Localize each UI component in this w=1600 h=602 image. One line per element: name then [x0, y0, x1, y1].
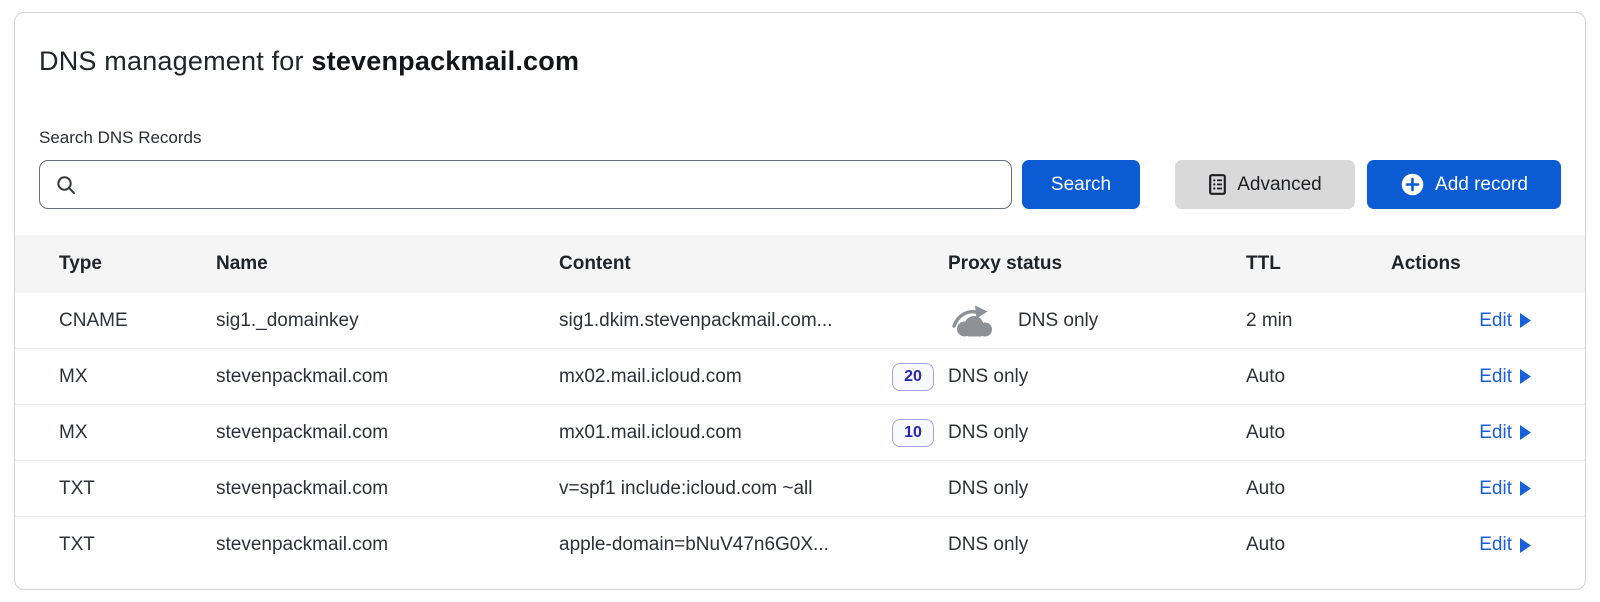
- record-actions: Edit: [1391, 478, 1585, 500]
- table-body: CNAME sig1._domainkey sig1.dkim.stevenpa…: [15, 293, 1585, 573]
- right-triangle-icon: [1520, 425, 1531, 440]
- dns-records-table: Type Name Content Proxy status TTL Actio…: [15, 235, 1585, 573]
- edit-button[interactable]: Edit: [1479, 478, 1531, 500]
- edit-button-label: Edit: [1479, 310, 1512, 332]
- table-row: MX stevenpackmail.com mx02.mail.icloud.c…: [15, 349, 1585, 405]
- record-name: sig1._domainkey: [216, 310, 559, 332]
- column-header-content: Content: [559, 253, 891, 275]
- column-header-type: Type: [15, 253, 216, 275]
- priority-badge: 10: [892, 419, 934, 447]
- priority-slot: 10: [891, 419, 934, 447]
- edit-button-label: Edit: [1479, 422, 1512, 444]
- plus-circle-icon: [1400, 172, 1425, 197]
- advanced-button[interactable]: Advanced: [1175, 160, 1355, 209]
- record-actions: Edit: [1391, 310, 1585, 332]
- advanced-button-label: Advanced: [1237, 174, 1322, 196]
- search-toolbar: Search Advanced Add record: [15, 160, 1585, 209]
- table-row: TXT stevenpackmail.com apple-domain=bNuV…: [15, 517, 1585, 573]
- page-title-prefix: DNS management for: [39, 46, 311, 76]
- page-title: DNS management for stevenpackmail.com: [15, 46, 1585, 77]
- page-title-domain: stevenpackmail.com: [311, 46, 579, 76]
- edit-button[interactable]: Edit: [1479, 310, 1531, 332]
- record-proxy-cell: 10 DNS only: [891, 419, 1246, 447]
- record-content: mx02.mail.icloud.com: [559, 366, 891, 388]
- table-row: MX stevenpackmail.com mx01.mail.icloud.c…: [15, 405, 1585, 461]
- record-proxy-cell: DNS only: [891, 304, 1246, 338]
- priority-slot: 20: [891, 363, 934, 391]
- record-type: MX: [15, 366, 216, 388]
- dns-management-card: DNS management for stevenpackmail.com Se…: [14, 12, 1586, 590]
- column-header-actions: Actions: [1391, 253, 1585, 275]
- record-name: stevenpackmail.com: [216, 366, 559, 388]
- proxy-status-text: DNS only: [1018, 310, 1098, 332]
- record-content: mx01.mail.icloud.com: [559, 422, 891, 444]
- right-triangle-icon: [1520, 481, 1531, 496]
- record-type: CNAME: [15, 310, 216, 332]
- proxy-status-text: DNS only: [948, 366, 1028, 388]
- priority-slot: [891, 531, 934, 559]
- record-proxy-cell: DNS only: [891, 531, 1246, 559]
- record-actions: Edit: [1391, 366, 1585, 388]
- column-header-proxy-status: Proxy status: [891, 253, 1246, 275]
- column-header-name: Name: [216, 253, 559, 275]
- column-header-ttl: TTL: [1246, 253, 1391, 275]
- search-label: Search DNS Records: [15, 128, 1585, 148]
- record-content: sig1.dkim.stevenpackmail.com...: [559, 310, 891, 332]
- record-ttl: Auto: [1246, 366, 1391, 388]
- list-document-icon: [1208, 174, 1227, 195]
- search-box[interactable]: [39, 160, 1012, 209]
- record-ttl: Auto: [1246, 534, 1391, 556]
- search-button[interactable]: Search: [1022, 160, 1140, 209]
- record-type: TXT: [15, 534, 216, 556]
- record-type: TXT: [15, 478, 216, 500]
- record-proxy-cell: 20 DNS only: [891, 363, 1246, 391]
- record-name: stevenpackmail.com: [216, 534, 559, 556]
- table-row: CNAME sig1._domainkey sig1.dkim.stevenpa…: [15, 293, 1585, 349]
- right-triangle-icon: [1520, 538, 1531, 553]
- priority-badge: 20: [892, 363, 934, 391]
- edit-button[interactable]: Edit: [1479, 422, 1531, 444]
- edit-button-label: Edit: [1479, 478, 1512, 500]
- proxy-status-text: DNS only: [948, 534, 1028, 556]
- record-ttl: 2 min: [1246, 310, 1391, 332]
- record-content: v=spf1 include:icloud.com ~all: [559, 478, 891, 500]
- search-icon: [56, 175, 76, 195]
- proxy-status-text: DNS only: [948, 422, 1028, 444]
- right-triangle-icon: [1520, 369, 1531, 384]
- table-header-row: Type Name Content Proxy status TTL Actio…: [15, 235, 1585, 293]
- record-actions: Edit: [1391, 422, 1585, 444]
- priority-slot: [891, 475, 934, 503]
- edit-button-label: Edit: [1479, 366, 1512, 388]
- record-proxy-cell: DNS only: [891, 475, 1246, 503]
- add-record-button[interactable]: Add record: [1367, 160, 1561, 209]
- edit-button[interactable]: Edit: [1479, 366, 1531, 388]
- proxy-status-text: DNS only: [948, 478, 1028, 500]
- record-type: MX: [15, 422, 216, 444]
- record-ttl: Auto: [1246, 478, 1391, 500]
- edit-button-label: Edit: [1479, 534, 1512, 556]
- record-content: apple-domain=bNuV47n6G0X...: [559, 534, 891, 556]
- record-name: stevenpackmail.com: [216, 422, 559, 444]
- table-row: TXT stevenpackmail.com v=spf1 include:ic…: [15, 461, 1585, 517]
- record-ttl: Auto: [1246, 422, 1391, 444]
- dns-only-cloud-icon: [947, 304, 1001, 338]
- record-actions: Edit: [1391, 534, 1585, 556]
- record-name: stevenpackmail.com: [216, 478, 559, 500]
- edit-button[interactable]: Edit: [1479, 534, 1531, 556]
- add-record-button-label: Add record: [1435, 174, 1528, 196]
- search-input[interactable]: [86, 161, 995, 208]
- right-triangle-icon: [1520, 313, 1531, 328]
